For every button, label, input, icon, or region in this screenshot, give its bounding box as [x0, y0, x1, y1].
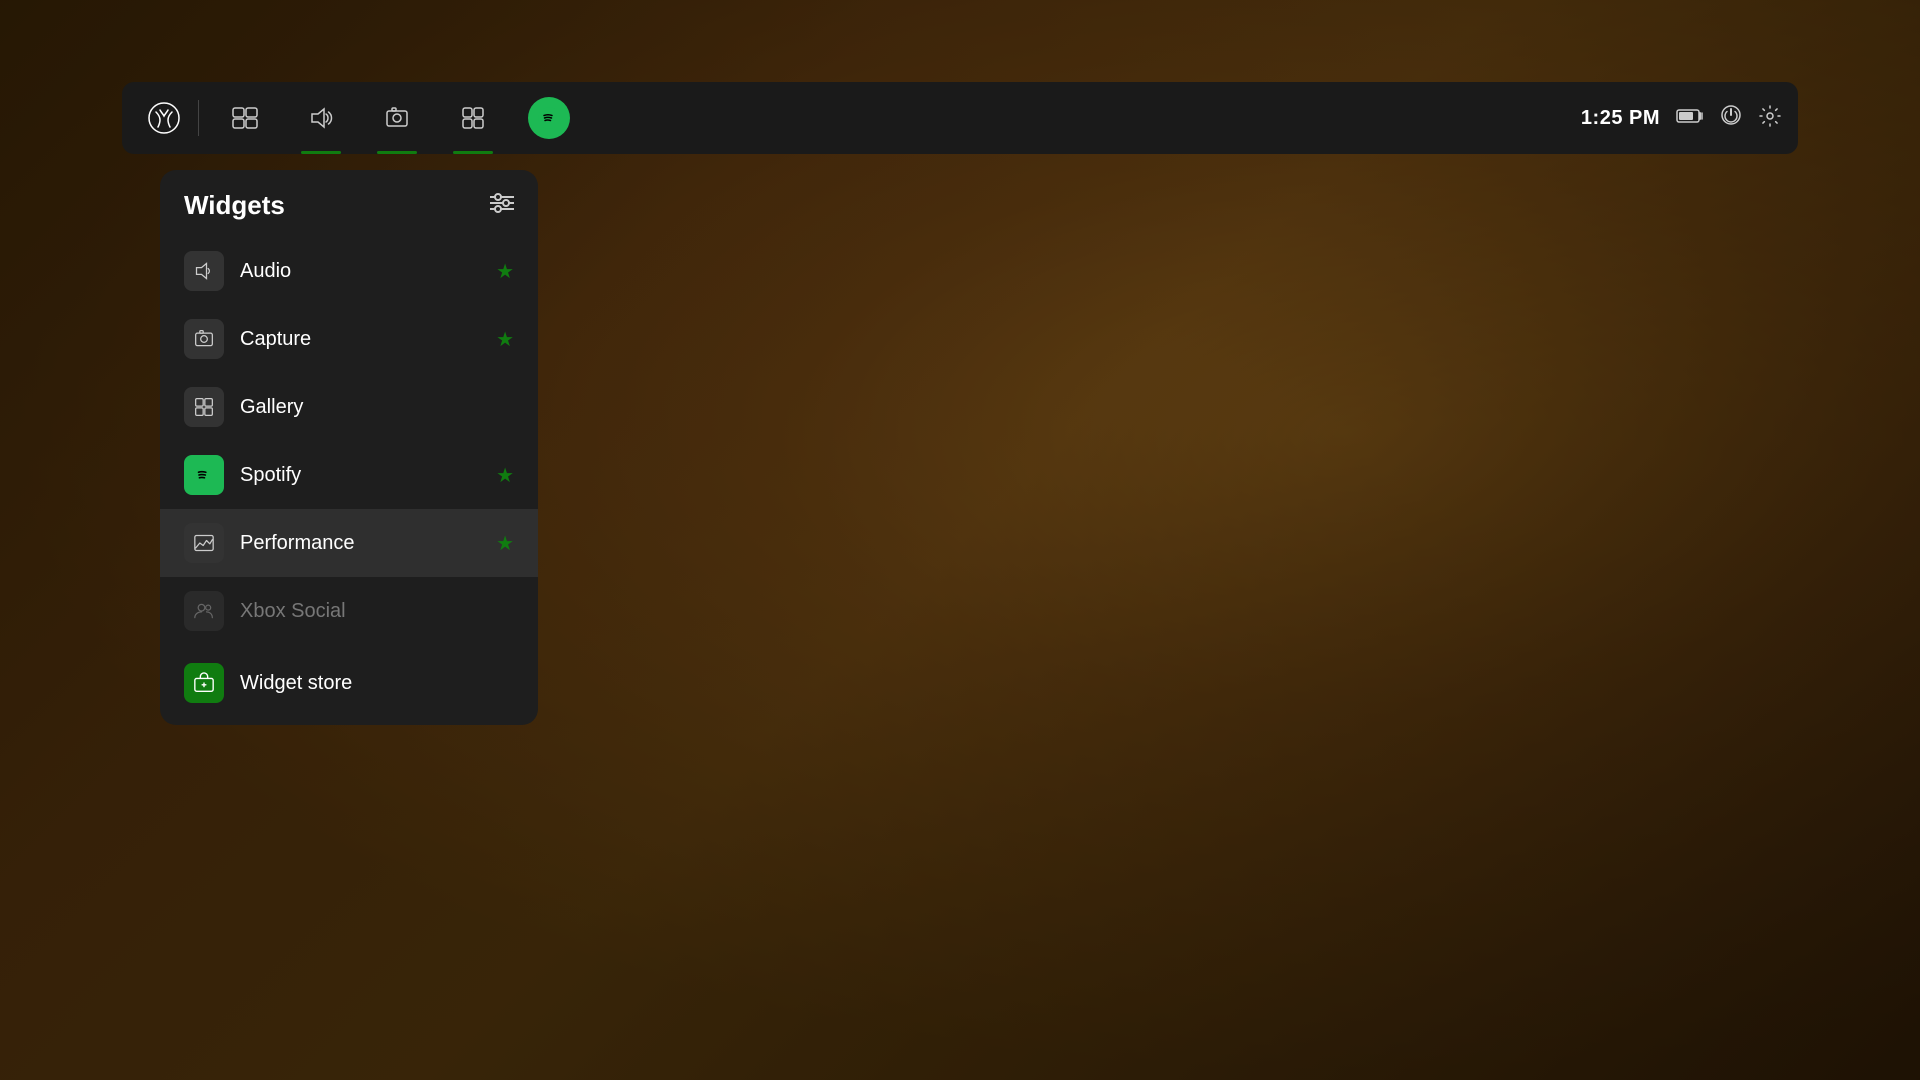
widgets-title: Widgets	[184, 190, 285, 221]
widget-gallery-label: Gallery	[240, 396, 514, 419]
nav-item-spotify[interactable]	[511, 82, 587, 154]
battery-icon	[1676, 108, 1704, 129]
widget-item-store[interactable]: Widget store	[160, 649, 538, 717]
xbox-logo-icon	[146, 100, 182, 136]
audio-star[interactable]: ★	[496, 259, 514, 284]
top-navigation-bar: 1:25 PM	[122, 82, 1798, 154]
widget-spotify-label: Spotify	[240, 464, 480, 487]
nav-item-multiview[interactable]	[207, 82, 283, 154]
nav-divider	[198, 100, 199, 136]
xbox-social-icon	[184, 591, 224, 631]
widget-xbox-social-label: Xbox Social	[240, 600, 514, 623]
widgets-panel: Widgets Audio ★	[160, 170, 538, 725]
spotify-icon	[528, 97, 570, 139]
widget-performance-label: Performance	[240, 532, 480, 555]
nav-item-widgets[interactable]	[435, 82, 511, 154]
filter-icon[interactable]	[490, 193, 514, 219]
nav-item-capture[interactable]	[359, 82, 435, 154]
spotify-star[interactable]: ★	[496, 463, 514, 488]
nav-item-audio[interactable]	[283, 82, 359, 154]
audio-icon	[184, 251, 224, 291]
power-icon	[1720, 104, 1742, 132]
nav-items	[207, 82, 1581, 154]
widget-list: Audio ★ Capture ★	[160, 237, 538, 717]
widget-item-capture[interactable]: Capture ★	[160, 305, 538, 373]
gallery-icon	[184, 387, 224, 427]
spotify-widget-icon	[184, 455, 224, 495]
widget-store-icon	[184, 663, 224, 703]
topbar-right: 1:25 PM	[1581, 104, 1782, 133]
performance-icon	[184, 523, 224, 563]
performance-star[interactable]: ★	[496, 531, 514, 556]
widget-audio-label: Audio	[240, 260, 480, 283]
widget-capture-label: Capture	[240, 328, 480, 351]
capture-star[interactable]: ★	[496, 327, 514, 352]
widget-item-spotify[interactable]: Spotify ★	[160, 441, 538, 509]
widget-item-xbox-social[interactable]: Xbox Social	[160, 577, 538, 645]
settings-icon[interactable]	[1758, 104, 1782, 133]
widget-item-performance[interactable]: Performance ★	[160, 509, 538, 577]
widget-store-label: Widget store	[240, 672, 514, 695]
capture-icon	[184, 319, 224, 359]
widgets-header: Widgets	[160, 170, 538, 237]
clock-display: 1:25 PM	[1581, 107, 1660, 130]
widget-item-audio[interactable]: Audio ★	[160, 237, 538, 305]
xbox-button[interactable]	[138, 92, 190, 144]
widget-item-gallery[interactable]: Gallery	[160, 373, 538, 441]
